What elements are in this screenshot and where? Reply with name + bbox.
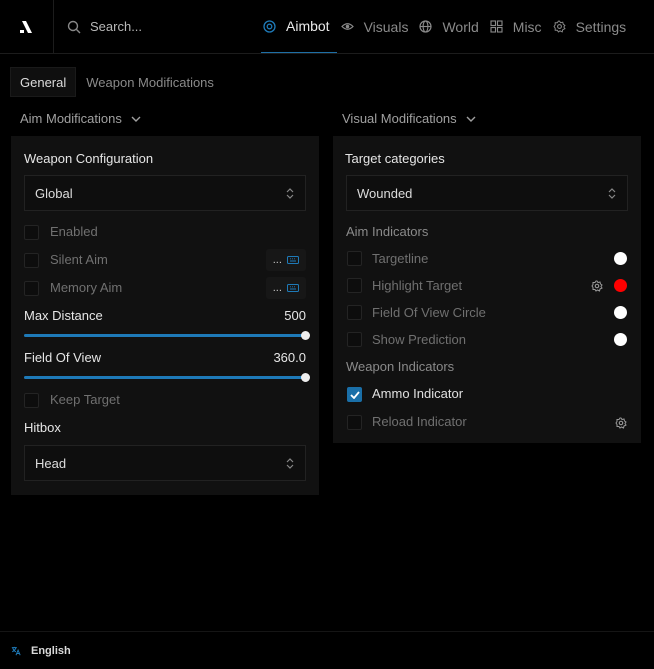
- target-categories-select[interactable]: Wounded: [346, 175, 628, 211]
- hitbox-value: Head: [35, 455, 67, 471]
- enabled-label: Enabled: [50, 224, 98, 239]
- weapon-configuration-value: Global: [35, 185, 73, 201]
- keep-target-checkbox[interactable]: [24, 393, 39, 408]
- fov-circle-label: Field Of View Circle: [372, 305, 486, 320]
- show-prediction-checkbox[interactable]: [347, 332, 362, 347]
- weapon-configuration-select[interactable]: Global: [24, 175, 306, 211]
- aim-modifications-title: Aim Modifications: [20, 111, 122, 126]
- targetline-color-swatch[interactable]: [614, 252, 627, 265]
- field-of-view-label: Field Of View: [24, 350, 102, 365]
- ammo-indicator-checkbox[interactable]: [347, 387, 362, 402]
- max-distance-slider[interactable]: [24, 331, 310, 340]
- field-of-view-value: 360.0: [273, 350, 306, 365]
- chevron-down-icon: [131, 116, 141, 122]
- gear-icon[interactable]: [591, 280, 603, 292]
- silent-aim-label: Silent Aim: [50, 252, 108, 267]
- tab-aimbot-label: Aimbot: [286, 18, 330, 34]
- keyboard-icon: [287, 256, 300, 264]
- target-icon: [263, 19, 276, 33]
- tab-misc-label: Misc: [512, 18, 542, 35]
- silent-aim-keybind[interactable]: ...: [266, 249, 306, 271]
- gear-icon[interactable]: [615, 417, 627, 429]
- enabled-checkbox[interactable]: [24, 225, 39, 240]
- brand-logo[interactable]: [0, 0, 54, 54]
- translate-icon: [11, 646, 21, 655]
- search-input[interactable]: [90, 19, 250, 34]
- visual-modifications-header[interactable]: Visual Modifications: [342, 111, 476, 126]
- targetline-label: Targetline: [372, 251, 429, 266]
- hitbox-select[interactable]: Head: [24, 445, 306, 481]
- checkmark-icon: [349, 390, 360, 399]
- reload-indicator-checkbox[interactable]: [347, 415, 362, 430]
- visual-modifications-title: Visual Modifications: [342, 111, 457, 126]
- silent-aim-keybind-value: ...: [272, 253, 282, 266]
- fov-circle-color-swatch[interactable]: [614, 306, 627, 319]
- search-box[interactable]: [54, 0, 261, 53]
- weapon-configuration-label: Weapon Configuration: [24, 151, 154, 166]
- aim-modifications-header[interactable]: Aim Modifications: [20, 111, 141, 126]
- target-categories-value: Wounded: [357, 185, 413, 201]
- max-distance-value: 500: [284, 308, 306, 323]
- field-of-view-fill: [24, 376, 306, 379]
- tab-settings-label: Settings: [575, 18, 627, 35]
- tab-aimbot[interactable]: Aimbot: [261, 0, 337, 53]
- max-distance-thumb[interactable]: [301, 331, 310, 340]
- targetline-checkbox[interactable]: [347, 251, 362, 266]
- show-prediction-label: Show Prediction: [372, 332, 466, 347]
- target-categories-label: Target categories: [345, 151, 445, 166]
- memory-aim-keybind[interactable]: ...: [266, 277, 306, 299]
- weapon-indicators-label: Weapon Indicators: [346, 359, 455, 374]
- field-of-view-thumb[interactable]: [301, 373, 310, 382]
- keep-target-label: Keep Target: [50, 392, 120, 407]
- chevron-updown-icon: [286, 457, 294, 469]
- hitbox-label: Hitbox: [24, 420, 61, 435]
- chevron-updown-icon: [608, 187, 616, 199]
- chevron-updown-icon: [286, 187, 294, 199]
- grid-icon: [490, 20, 503, 33]
- tab-settings[interactable]: Settings: [551, 0, 634, 53]
- footer-language-bar[interactable]: English: [0, 631, 654, 669]
- tab-visuals-label: Visuals: [363, 18, 409, 35]
- max-distance-label: Max Distance: [24, 308, 103, 323]
- field-of-view-slider[interactable]: [24, 373, 310, 382]
- tab-world[interactable]: World: [417, 0, 485, 53]
- brand-slash-logo: [19, 21, 32, 33]
- memory-aim-label: Memory Aim: [50, 280, 123, 295]
- show-prediction-color-swatch[interactable]: [614, 333, 627, 346]
- top-bar: Aimbot Visuals World Misc: [0, 0, 654, 54]
- fov-circle-checkbox[interactable]: [347, 305, 362, 320]
- keyboard-icon: [287, 284, 300, 292]
- gear-icon: [553, 20, 566, 33]
- memory-aim-keybind-value: ...: [272, 281, 282, 294]
- aim-indicators-label: Aim Indicators: [346, 224, 429, 239]
- globe-icon: [419, 20, 433, 33]
- highlight-target-label: Highlight Target: [372, 278, 463, 293]
- reload-indicator-label: Reload Indicator: [372, 414, 467, 429]
- tab-world-label: World: [442, 18, 479, 35]
- silent-aim-checkbox[interactable]: [24, 253, 39, 268]
- tab-visuals[interactable]: Visuals: [339, 0, 416, 53]
- search-icon: [67, 20, 81, 33]
- subtab-weapon-modifications[interactable]: Weapon Modifications: [77, 67, 223, 97]
- max-distance-fill: [24, 334, 306, 337]
- eye-icon: [340, 23, 354, 30]
- ammo-indicator-label: Ammo Indicator: [372, 386, 464, 401]
- subtab-general[interactable]: General: [10, 67, 77, 97]
- main-nav: Aimbot Visuals World Misc Settings: [261, 0, 635, 53]
- chevron-down-icon: [466, 116, 476, 122]
- highlight-target-checkbox[interactable]: [347, 278, 362, 293]
- highlight-target-color-swatch[interactable]: [614, 279, 627, 292]
- language-label: English: [31, 644, 71, 657]
- visual-modifications-panel: Target categories Wounded Aim Indicators…: [333, 136, 641, 443]
- sub-tabs: General Weapon Modifications: [10, 67, 224, 97]
- memory-aim-checkbox[interactable]: [24, 281, 39, 296]
- tab-misc[interactable]: Misc: [488, 0, 549, 53]
- aim-modifications-panel: Weapon Configuration Global Enabled Sile…: [11, 136, 319, 495]
